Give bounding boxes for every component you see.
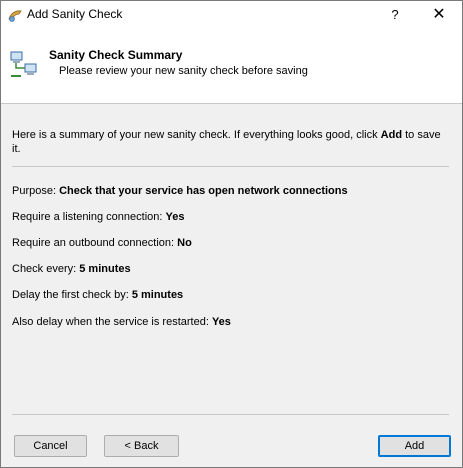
- every-value: 5 minutes: [79, 263, 131, 275]
- purpose-value: Check that your service has open network…: [59, 185, 348, 197]
- add-button[interactable]: Add: [378, 435, 451, 457]
- intro-action: Add: [380, 129, 403, 141]
- summary-every: Check every: 5 minutes: [12, 263, 131, 275]
- purpose-label: Purpose:: [12, 185, 60, 197]
- network-computers-icon: [10, 51, 37, 77]
- back-button[interactable]: < Back: [104, 435, 179, 457]
- outbound-label: Require an outbound connection:: [12, 237, 178, 249]
- window-title: Add Sanity Check: [27, 7, 123, 21]
- summary-outbound: Require an outbound connection: No: [12, 237, 192, 249]
- delay-label: Delay the first check by:: [12, 289, 132, 301]
- summary-delay: Delay the first check by: 5 minutes: [12, 289, 183, 301]
- intro-text: Here is a summary of your new sanity che…: [12, 128, 444, 156]
- outbound-value: No: [177, 237, 192, 249]
- divider-top: [12, 166, 449, 167]
- help-button[interactable]: ?: [377, 1, 413, 29]
- header-title: Sanity Check Summary: [49, 48, 183, 62]
- intro-text-before: Here is a summary of your new sanity che…: [12, 129, 381, 141]
- summary-listening: Require a listening connection: Yes: [12, 211, 184, 223]
- wizard-header: Sanity Check Summary Please review your …: [1, 29, 462, 104]
- restart-label: Also delay when the service is restarted…: [12, 316, 212, 328]
- close-button[interactable]: ✕: [417, 1, 461, 29]
- delay-value: 5 minutes: [131, 289, 184, 301]
- summary-content: Here is a summary of your new sanity che…: [1, 104, 462, 415]
- dialog-window: Add Sanity Check ? ✕ Sanity Check Summar…: [0, 0, 463, 468]
- listening-label: Require a listening connection:: [12, 211, 166, 223]
- listening-value: Yes: [165, 211, 185, 223]
- cancel-button[interactable]: Cancel: [14, 435, 87, 457]
- every-label: Check every:: [12, 263, 80, 275]
- header-subtitle: Please review your new sanity check befo…: [59, 65, 308, 77]
- divider-bottom: [12, 414, 449, 415]
- summary-purpose: Purpose: Check that your service has ope…: [12, 185, 348, 197]
- app-icon: [8, 10, 22, 22]
- summary-restart: Also delay when the service is restarted…: [12, 316, 231, 328]
- restart-value: Yes: [211, 316, 231, 328]
- title-bar: Add Sanity Check ? ✕: [1, 1, 462, 29]
